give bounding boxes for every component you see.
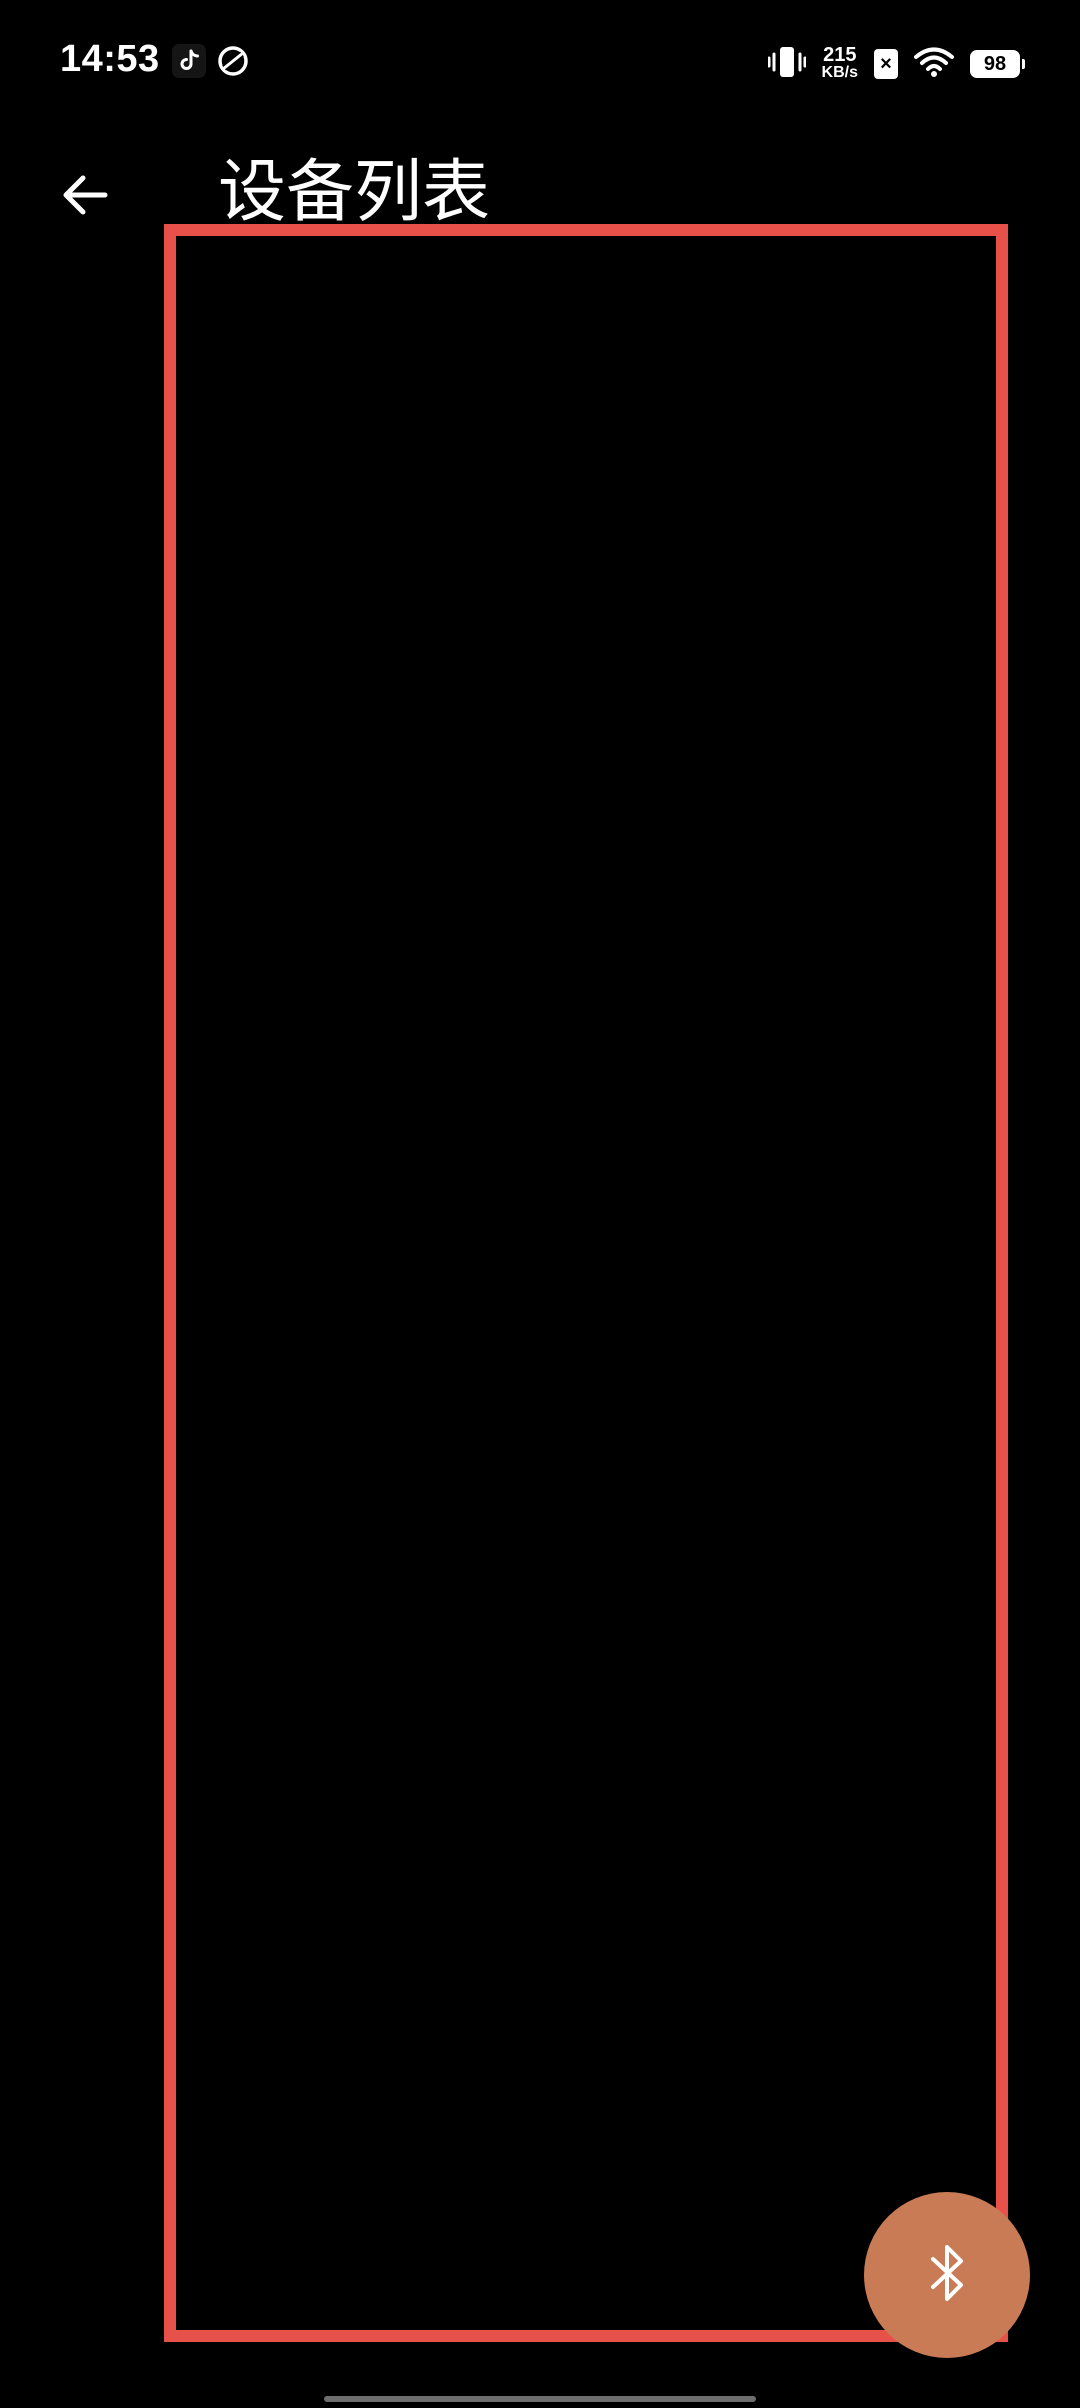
battery-icon: 98 <box>970 50 1025 78</box>
back-button[interactable] <box>40 152 130 242</box>
arrow-left-icon <box>59 169 111 225</box>
tiktok-icon <box>172 44 206 78</box>
wifi-icon <box>914 46 954 82</box>
status-time: 14:53 <box>60 38 160 80</box>
no-sim-icon: × <box>874 49 898 79</box>
bluetooth-icon <box>919 2241 975 2309</box>
network-speed: 215 KB/s <box>821 44 858 82</box>
gesture-navigation-bar[interactable] <box>324 2396 756 2402</box>
network-speed-unit: KB/s <box>821 64 858 81</box>
network-speed-value: 215 <box>823 44 857 66</box>
status-bar: 14:53 215 KB/s × 98 <box>0 0 1080 130</box>
status-icons: 215 KB/s × 98 <box>767 38 1025 90</box>
bluetooth-scan-button[interactable] <box>864 2192 1030 2358</box>
app-notification-icon <box>216 44 250 78</box>
vibrate-icon <box>767 44 807 84</box>
device-list[interactable] <box>164 224 1008 2342</box>
